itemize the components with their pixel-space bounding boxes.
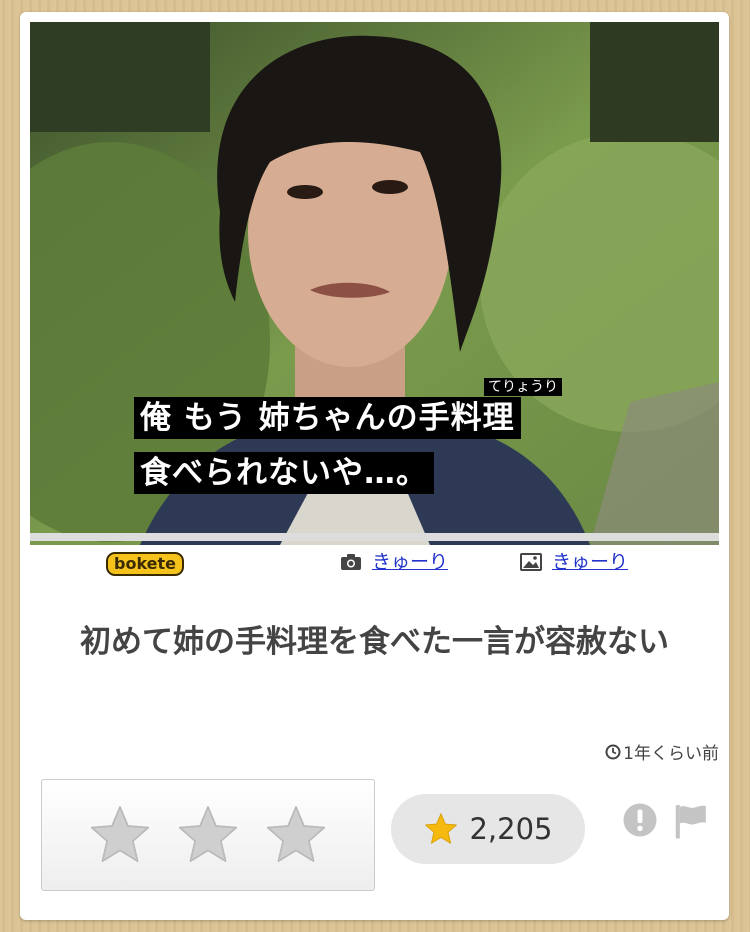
- camera-icon: [341, 554, 361, 570]
- score-value: 2,205: [469, 812, 553, 846]
- star-icon: [425, 813, 458, 844]
- timestamp-text: 1年くらい前: [623, 744, 719, 764]
- caption-furigana: てりょうり: [484, 378, 562, 396]
- boke-photo[interactable]: てりょうり 俺 もう 姉ちゃんの手料理 食べられないや…。: [30, 22, 719, 545]
- clock-icon: [605, 744, 621, 759]
- boke-card: てりょうり 俺 もう 姉ちゃんの手料理 食べられないや…。 bokete きゅー…: [20, 12, 729, 920]
- rate-1-star-icon[interactable]: [87, 802, 153, 868]
- photo-credit: きゅーり: [340, 549, 448, 575]
- photo-credit-user-link[interactable]: きゅーり: [372, 549, 448, 575]
- post-timestamp: 1年くらい前: [605, 739, 719, 764]
- photo-divider: [30, 533, 719, 541]
- rate-3-star-icon[interactable]: [263, 802, 329, 868]
- boke-title: 初めて姉の手料理を食べた一言が容赦ない: [80, 624, 669, 660]
- rating-box: [41, 779, 375, 891]
- boke-credit: きゅーり: [520, 549, 628, 575]
- score-pill[interactable]: 2,205: [391, 794, 585, 864]
- flag-icon[interactable]: [670, 802, 710, 840]
- caption-line-2: 食べられないや…。: [134, 452, 434, 494]
- boke-credit-user-link[interactable]: きゅーり: [552, 549, 628, 575]
- image-icon: [520, 553, 542, 571]
- caption-line-1: 俺 もう 姉ちゃんの手料理: [134, 397, 521, 439]
- rate-2-star-icon[interactable]: [175, 802, 241, 868]
- exclamation-icon[interactable]: [622, 802, 658, 838]
- bokete-logo[interactable]: bokete: [106, 552, 185, 576]
- credits-bar: bokete きゅーり きゅーり: [20, 543, 729, 577]
